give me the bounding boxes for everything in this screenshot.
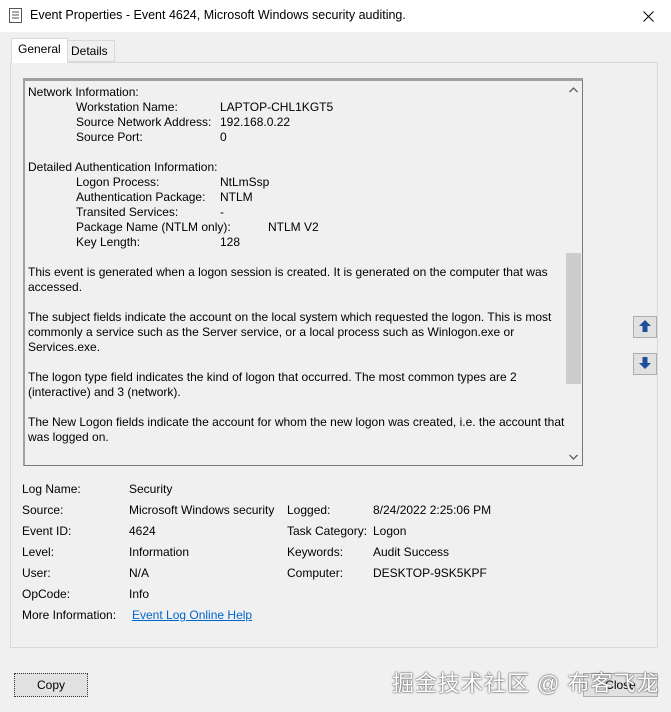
auth-value: NtLmSsp xyxy=(220,175,270,189)
network-label: Workstation Name: xyxy=(76,100,178,114)
event-log-online-help-link[interactable]: Event Log Online Help xyxy=(132,608,252,622)
description-scrollbar[interactable] xyxy=(565,81,582,465)
close-icon[interactable] xyxy=(625,0,671,32)
auth-label: Transited Services: xyxy=(76,205,179,219)
description-paragraph: The logon type field indicates the kind … xyxy=(28,370,517,399)
user-label: User: xyxy=(22,566,51,580)
scroll-up-icon[interactable] xyxy=(565,81,582,98)
auth-label: Authentication Package: xyxy=(76,190,206,204)
task-category-label: Task Category: xyxy=(287,524,368,538)
logged-label: Logged: xyxy=(287,503,331,517)
description-paragraph: This event is generated when a logon ses… xyxy=(28,265,548,294)
network-label: Source Port: xyxy=(76,130,143,144)
computer-label: Computer: xyxy=(287,566,344,580)
network-value: LAPTOP-CHL1KGT5 xyxy=(220,100,334,114)
event-id-value: 4624 xyxy=(129,524,156,538)
auth-value: NTLM V2 xyxy=(268,220,319,234)
computer-value: DESKTOP-9SK5KPF xyxy=(373,566,487,580)
task-category-value: Logon xyxy=(373,524,407,538)
more-info-label: More Information: xyxy=(22,608,117,622)
event-description-box[interactable]: Network Information: Workstation Name: L… xyxy=(23,78,583,466)
network-value: 192.168.0.22 xyxy=(220,115,291,129)
copy-button[interactable]: Copy xyxy=(14,673,88,697)
tab-details[interactable]: Details xyxy=(64,40,115,62)
keywords-value: Audit Success xyxy=(373,545,450,559)
log-name-label: Log Name: xyxy=(22,482,81,496)
arrow-up-icon xyxy=(638,319,652,336)
auth-label: Package Name (NTLM only): xyxy=(76,220,231,234)
opcode-label: OpCode: xyxy=(22,587,71,601)
event-id-label: Event ID: xyxy=(22,524,72,538)
auth-label: Key Length: xyxy=(76,235,141,249)
auth-value: NTLM xyxy=(220,190,253,204)
logged-value: 8/24/2022 2:25:06 PM xyxy=(373,503,492,517)
auth-header: Detailed Authentication Information: xyxy=(28,160,218,174)
scrollbar-thumb[interactable] xyxy=(566,253,581,384)
previous-event-button[interactable] xyxy=(633,316,657,338)
auth-value: 128 xyxy=(220,235,241,249)
auth-label: Logon Process: xyxy=(76,175,160,189)
description-paragraph: The subject fields indicate the account … xyxy=(28,310,552,354)
log-name-value: Security xyxy=(129,482,173,496)
network-label: Source Network Address: xyxy=(76,115,212,129)
next-event-button[interactable] xyxy=(633,353,657,375)
event-properties-icon xyxy=(9,8,22,23)
auth-value: - xyxy=(220,205,224,219)
network-header: Network Information: xyxy=(28,85,139,99)
source-label: Source: xyxy=(22,503,64,517)
scroll-down-icon[interactable] xyxy=(565,448,582,465)
keywords-label: Keywords: xyxy=(287,545,344,559)
arrow-down-icon xyxy=(638,356,652,373)
level-value: Information xyxy=(129,545,190,559)
opcode-value: Info xyxy=(129,587,150,601)
window-title: Event Properties - Event 4624, Microsoft… xyxy=(30,8,406,22)
source-value: Microsoft Windows security xyxy=(129,503,275,517)
tab-general[interactable]: General xyxy=(11,38,68,63)
user-value: N/A xyxy=(129,566,150,580)
level-label: Level: xyxy=(22,545,55,559)
watermark: 掘金技术社区 @ 布客飞龙 xyxy=(392,671,660,696)
description-paragraph: The New Logon fields indicate the accoun… xyxy=(28,415,565,444)
network-value: 0 xyxy=(220,130,227,144)
title-bar: Event Properties - Event 4624, Microsoft… xyxy=(0,0,671,32)
